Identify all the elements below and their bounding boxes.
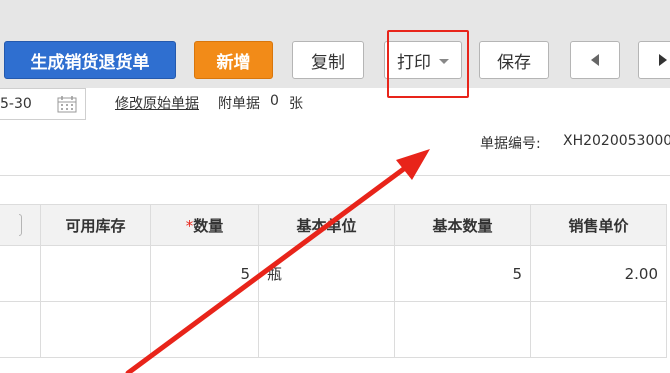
- doc-number-label: 单据编号:: [480, 136, 541, 152]
- select-all-checkbox[interactable]: [18, 214, 22, 236]
- print-button[interactable]: 打印: [384, 41, 462, 79]
- base-quantity-cell[interactable]: [394, 301, 531, 358]
- column-header-base-unit: 基本单位: [258, 204, 395, 246]
- column-header-unit-price: 销售单价: [530, 204, 667, 246]
- row-select-cell[interactable]: [0, 245, 41, 302]
- save-button[interactable]: 保存: [479, 41, 549, 79]
- copy-button[interactable]: 复制: [292, 41, 364, 79]
- attachment-unit: 张: [289, 96, 303, 112]
- attachment-count: 0: [270, 93, 279, 109]
- quantity-header-label: 数量: [193, 216, 224, 235]
- generate-sales-return-button[interactable]: 生成销货退货单: [4, 41, 176, 79]
- date-value: 5-30: [0, 96, 32, 112]
- column-header-base-quantity: 基本数量: [394, 204, 531, 246]
- column-header-select: [0, 204, 41, 246]
- attachment-label: 附单据: [218, 96, 260, 112]
- next-arrow-icon: [659, 54, 667, 66]
- unit-price-cell[interactable]: 2.00: [530, 245, 667, 302]
- column-header-quantity: *数量: [150, 204, 259, 246]
- new-button[interactable]: 新增: [194, 41, 273, 79]
- table-header-row: 可用库存 *数量 基本单位 基本数量 销售单价: [0, 204, 667, 246]
- quantity-cell[interactable]: [150, 301, 259, 358]
- base-unit-cell[interactable]: [258, 301, 395, 358]
- print-button-label: 打印: [397, 52, 431, 73]
- base-unit-cell[interactable]: 瓶: [258, 245, 395, 302]
- prev-arrow-icon: [591, 54, 599, 66]
- doc-number-value: XH2020053000: [563, 133, 670, 149]
- base-quantity-cell[interactable]: 5: [394, 245, 531, 302]
- quantity-cell[interactable]: 5: [150, 245, 259, 302]
- table-row: [0, 301, 667, 358]
- previous-record-button[interactable]: [570, 41, 620, 79]
- column-header-available-stock: 可用库存: [40, 204, 151, 246]
- section-divider: [0, 175, 670, 176]
- available-stock-cell[interactable]: [40, 301, 151, 358]
- line-items-table: 可用库存 *数量 基本单位 基本数量 销售单价 5 瓶 5 2.00: [0, 204, 667, 358]
- available-stock-cell[interactable]: [40, 245, 151, 302]
- date-field[interactable]: 5-30: [0, 88, 86, 120]
- row-select-cell[interactable]: [0, 301, 41, 358]
- edit-original-doc-link[interactable]: 修改原始单据: [115, 93, 199, 113]
- unit-price-cell[interactable]: [530, 301, 667, 358]
- toolbar: 生成销货退货单 新增 复制 打印 保存: [0, 0, 670, 88]
- next-record-button[interactable]: [638, 41, 670, 79]
- dropdown-caret-icon: [439, 58, 449, 64]
- table-row: 5 瓶 5 2.00: [0, 245, 667, 302]
- calendar-icon[interactable]: [57, 95, 77, 113]
